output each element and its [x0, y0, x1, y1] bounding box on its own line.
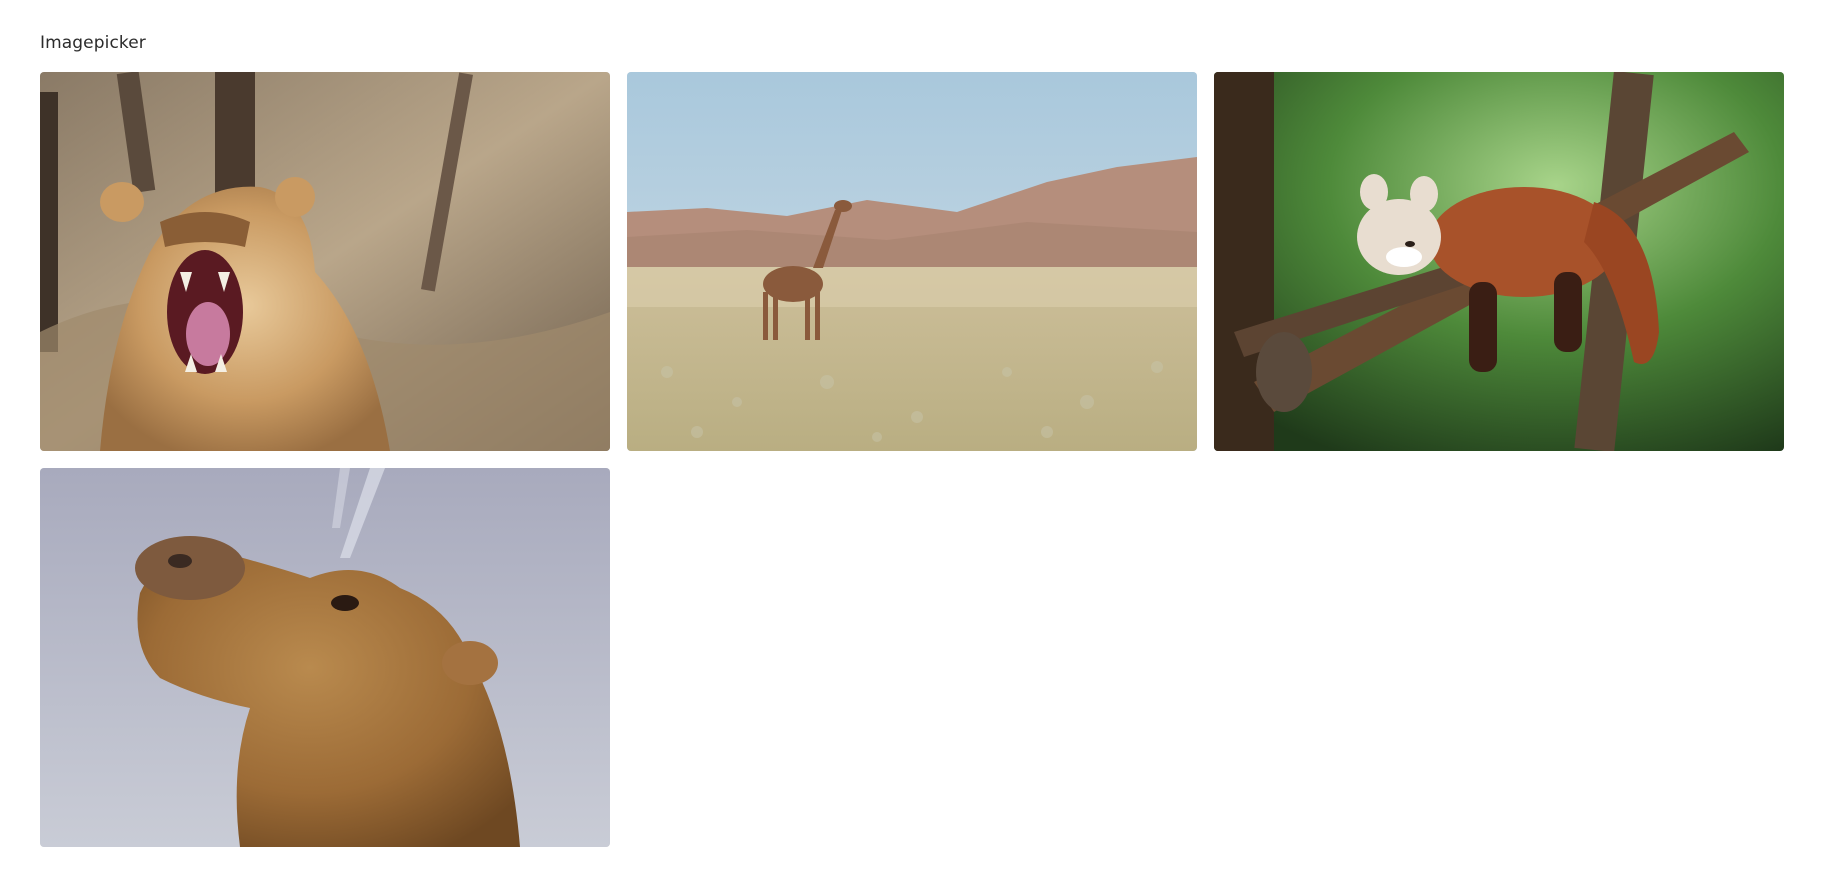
camel-image: [40, 468, 610, 847]
image-grid: [40, 72, 1784, 847]
lioness-image: [40, 72, 610, 451]
imagepicker-title: Imagepicker: [40, 33, 146, 53]
image-option-giraffe[interactable]: [627, 72, 1197, 451]
imagepicker-page: Imagepicker: [0, 0, 1824, 886]
image-option-red-panda[interactable]: [1214, 72, 1784, 451]
image-option-lioness[interactable]: [40, 72, 610, 451]
giraffe-image: [627, 72, 1197, 451]
image-option-camel[interactable]: [40, 468, 610, 847]
red-panda-image: [1214, 72, 1784, 451]
